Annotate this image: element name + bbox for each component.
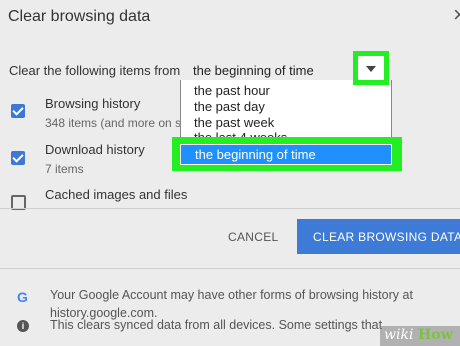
browsing-history-label: Browsing history — [45, 96, 141, 111]
dropdown-arrow-highlight[interactable] — [353, 51, 389, 85]
time-range-select[interactable]: the beginning of time — [193, 63, 314, 78]
option-beginning-of-time[interactable]: the beginning of time — [180, 144, 392, 165]
wikihow-watermark: wiki How — [380, 326, 460, 346]
info-icon: i — [17, 320, 29, 332]
option-past-week[interactable]: the past week — [194, 115, 274, 130]
clear-browsing-data-button[interactable]: CLEAR BROWSING DATA — [297, 219, 460, 254]
download-history-label: Download history — [45, 142, 145, 157]
clear-browsing-data-label: CLEAR BROWSING DATA — [313, 230, 460, 244]
browsing-history-count: 348 items (and more on s — [45, 116, 182, 130]
close-icon[interactable]: × — [453, 4, 460, 26]
browsing-history-checkbox[interactable] — [11, 104, 25, 118]
sync-notice-text: This clears synced data from all devices… — [50, 318, 383, 332]
cancel-button[interactable]: CANCEL — [228, 230, 278, 244]
selected-option-highlight: the beginning of time — [172, 137, 402, 171]
cached-images-label: Cached images and files — [45, 187, 188, 202]
option-past-hour[interactable]: the past hour — [194, 83, 270, 98]
download-history-count: 7 items — [45, 162, 84, 176]
watermark-wiki: wiki — [384, 327, 414, 343]
option-beginning-of-time-label: the beginning of time — [195, 147, 316, 162]
dropdown-arrow-button[interactable] — [358, 56, 384, 80]
account-history-text: Your Google Account may have other forms… — [50, 288, 413, 302]
chevron-down-icon — [366, 66, 376, 72]
time-range-label: Clear the following items from — [9, 63, 181, 78]
footer-divider — [0, 268, 460, 269]
watermark-how: How — [418, 327, 453, 343]
google-icon: G — [17, 289, 28, 305]
clear-browsing-data-dialog: Clear browsing data × Clear the followin… — [0, 0, 460, 346]
download-history-checkbox[interactable] — [11, 151, 25, 165]
option-past-day[interactable]: the past day — [194, 99, 265, 114]
dialog-title: Clear browsing data — [8, 8, 151, 25]
divider — [0, 208, 460, 209]
